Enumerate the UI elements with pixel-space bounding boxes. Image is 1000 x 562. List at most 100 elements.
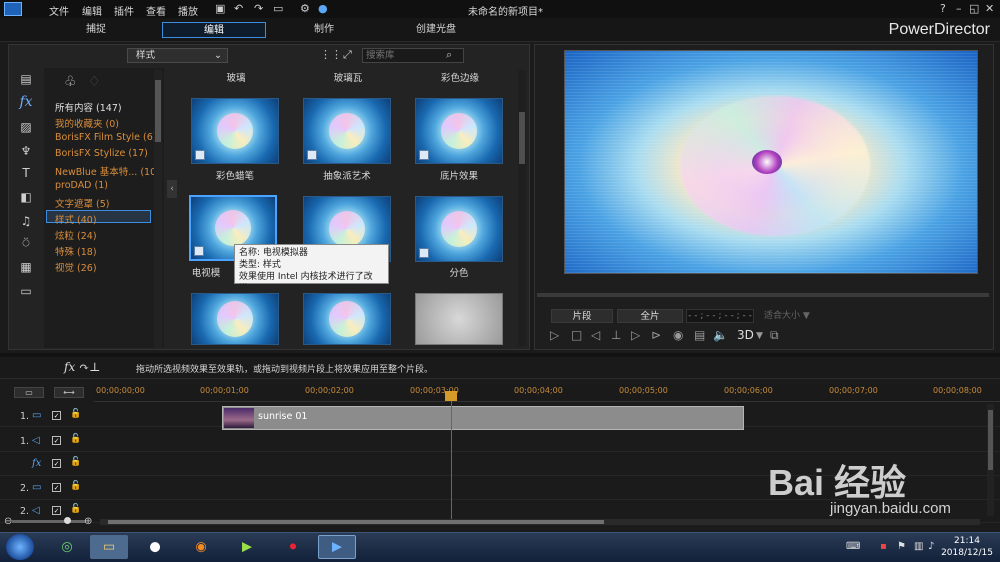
category-prodad[interactable]: proDAD (1) xyxy=(55,180,108,191)
start-button[interactable] xyxy=(6,534,34,560)
taskbar-app-powerdirector-icon[interactable]: ▶ xyxy=(318,535,356,559)
add-tag-icon[interactable]: ♧ xyxy=(64,74,77,90)
subtitle-room-icon[interactable]: ▭ xyxy=(18,284,34,298)
redo-icon[interactable]: ↷ xyxy=(254,2,263,15)
taskbar-app-cyberlink-icon[interactable]: ▶ xyxy=(228,535,266,559)
title-room-icon[interactable]: T xyxy=(18,166,34,180)
transition-room-icon[interactable]: ◧ xyxy=(18,190,34,204)
category-text-mask[interactable]: 文字遮罩 (5) xyxy=(55,196,109,210)
tray-volume-icon[interactable]: ♪ xyxy=(928,541,934,552)
save-icon[interactable]: ▣ xyxy=(215,2,225,15)
effect-thumbnail-negative[interactable] xyxy=(415,98,503,164)
category-visual[interactable]: 视觉 (26) xyxy=(55,260,97,274)
timeline-horizontal-scrollbar-thumb[interactable] xyxy=(108,520,604,524)
menu-file[interactable]: 文件 xyxy=(49,3,69,18)
category-newblue[interactable]: NewBlue 基本特... (10) xyxy=(55,164,160,178)
category-scrollbar-thumb[interactable] xyxy=(155,80,161,142)
movie-mode-button[interactable]: 全片 xyxy=(617,309,683,323)
track-manager-button[interactable]: ▭ xyxy=(14,387,44,398)
effect-thumbnail-row3-2[interactable] xyxy=(303,293,391,345)
track-enable-checkbox[interactable]: ✓ xyxy=(52,506,61,515)
fast-forward-icon[interactable]: ⊳ xyxy=(651,328,661,342)
help-button[interactable]: ? xyxy=(940,2,946,15)
timeline-vertical-scrollbar-thumb[interactable] xyxy=(988,410,993,470)
tab-produce[interactable]: 制作 xyxy=(286,22,362,38)
menu-play[interactable]: 播放 xyxy=(178,3,198,18)
taskbar-app-recorder-icon[interactable]: ⏺ xyxy=(274,535,312,559)
volume-icon[interactable]: 🔈 xyxy=(713,328,728,342)
fx-tools-icon[interactable]: fx ↷⊥ xyxy=(64,360,100,374)
zoom-in-icon[interactable]: ⊕ xyxy=(84,516,92,527)
taskbar-app-explorer-icon[interactable]: ▭ xyxy=(90,535,128,559)
undo-icon[interactable]: ↶ xyxy=(234,2,243,15)
taskbar-app-firefox-icon[interactable]: ◉ xyxy=(182,535,220,559)
lock-icon[interactable]: 🔓 xyxy=(70,457,81,467)
grid-view-icon[interactable]: ⋮⋮ xyxy=(320,48,342,61)
library-filter-dropdown[interactable]: 样式 ⌄ xyxy=(127,48,228,63)
lock-icon[interactable]: 🔓 xyxy=(70,434,81,444)
account-icon[interactable]: ● xyxy=(318,2,328,15)
menu-view[interactable]: 查看 xyxy=(146,3,166,18)
menu-plugins[interactable]: 插件 xyxy=(114,3,134,18)
step-back-icon[interactable]: ⊥ xyxy=(611,328,621,342)
category-favorites[interactable]: 我的收藏夹 (0) xyxy=(55,116,119,130)
tray-keyboard-icon[interactable]: ⌨ xyxy=(846,541,860,552)
fx-room-icon[interactable]: fx xyxy=(18,94,34,110)
voiceover-mic-icon[interactable]: ⍥ xyxy=(18,236,34,250)
lock-icon[interactable]: 🔓 xyxy=(70,481,81,491)
close-button[interactable]: ✕ xyxy=(985,2,994,15)
tray-network-icon[interactable]: ▥ xyxy=(914,541,923,552)
subtitle-icon[interactable]: ▤ xyxy=(694,328,705,342)
effect-thumbnail-abstractionism[interactable] xyxy=(303,98,391,164)
tray-flag-icon[interactable]: ⚑ xyxy=(897,541,906,552)
category-borisfx-film-style[interactable]: BorisFX Film Style (6) xyxy=(55,132,156,143)
search-icon[interactable]: ⌕ xyxy=(446,48,452,62)
chapter-room-icon[interactable]: ▦ xyxy=(18,260,34,274)
effects-scrollbar-thumb[interactable] xyxy=(519,112,525,164)
track-enable-checkbox[interactable]: ✓ xyxy=(52,459,61,468)
audio-mixing-icon[interactable]: ♫ xyxy=(18,214,34,228)
taskbar-app-360-icon[interactable]: ◎ xyxy=(48,535,86,559)
aspect-ratio-icon[interactable]: ▭ xyxy=(273,2,283,15)
stop-icon[interactable]: □ xyxy=(571,328,582,342)
timeline-zoom-slider[interactable] xyxy=(12,520,86,523)
next-frame-icon[interactable]: ▷ xyxy=(631,328,640,342)
tab-edit[interactable]: 编辑 xyxy=(162,22,266,38)
collapse-panel-button[interactable]: ‹ xyxy=(167,180,177,198)
category-borisfx-stylize[interactable]: BorisFX Stylize (17) xyxy=(55,148,148,159)
effect-thumbnail-color-crayon[interactable] xyxy=(191,98,279,164)
play-icon[interactable]: ▷ xyxy=(550,328,559,342)
effect-thumbnail-row3-1[interactable] xyxy=(191,293,279,345)
pip-room-icon[interactable]: ▨ xyxy=(18,120,34,134)
media-room-icon[interactable]: ▤ xyxy=(18,72,34,86)
category-special[interactable]: 特殊 (18) xyxy=(55,244,97,258)
fit-timeline-button[interactable]: ⟷ xyxy=(54,387,84,398)
category-all[interactable]: 所有内容 (147) xyxy=(55,100,122,114)
track-enable-checkbox[interactable]: ✓ xyxy=(52,436,61,445)
zoom-fit-dropdown[interactable]: 适合大小 ▼ xyxy=(762,309,818,323)
expand-library-icon[interactable]: ⤢ xyxy=(343,48,352,62)
minimize-button[interactable]: – xyxy=(956,2,962,15)
taskbar-app-qq-icon[interactable]: ● xyxy=(136,535,174,559)
effect-thumbnail-emboss[interactable] xyxy=(415,293,503,345)
previous-frame-icon[interactable]: ◁ xyxy=(591,328,600,342)
track-enable-checkbox[interactable]: ✓ xyxy=(52,483,61,492)
tray-security-icon[interactable]: ▪ xyxy=(880,541,887,552)
category-style[interactable]: 样式 (40) xyxy=(55,212,97,226)
undock-preview-icon[interactable]: ⧉ xyxy=(770,328,779,343)
restore-button[interactable]: ◱ xyxy=(969,2,979,15)
preview-seek-bar[interactable] xyxy=(537,293,989,297)
lock-icon[interactable]: 🔓 xyxy=(70,409,81,419)
tab-capture[interactable]: 捕捉 xyxy=(58,22,134,38)
snapshot-camera-icon[interactable]: ◉ xyxy=(673,328,683,342)
lock-icon[interactable]: 🔓 xyxy=(70,504,81,514)
tab-create-disc[interactable]: 创建光盘 xyxy=(398,22,474,38)
playhead-handle[interactable] xyxy=(445,391,457,401)
clip-mode-button[interactable]: 片段 xyxy=(551,309,613,323)
3d-mode-toggle[interactable]: 3D xyxy=(737,328,754,342)
particle-room-icon[interactable]: ♆ xyxy=(18,144,34,158)
category-particles[interactable]: 炫粒 (24) xyxy=(55,228,97,242)
menu-edit[interactable]: 编辑 xyxy=(82,3,102,18)
taskbar-clock[interactable]: 21:14 2018/12/15 xyxy=(941,535,993,559)
effect-thumbnail-posterize[interactable] xyxy=(415,196,503,262)
